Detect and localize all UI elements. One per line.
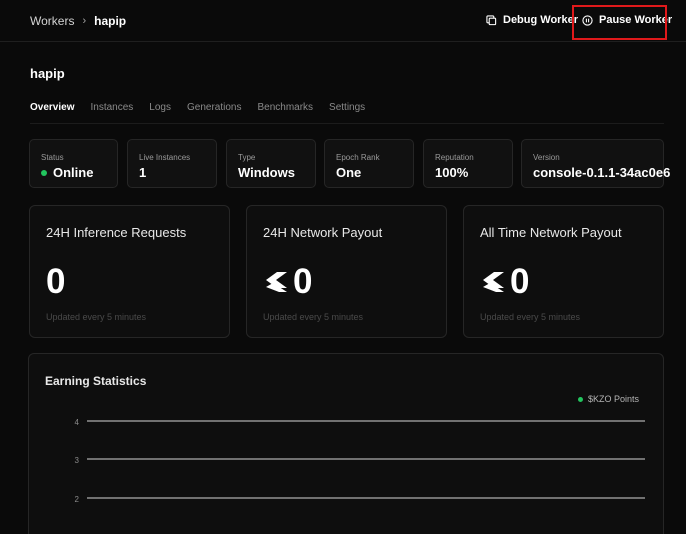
stat-label: Version [533, 153, 560, 162]
card-value: 0 [46, 262, 65, 302]
stat-version: Version console-0.1.1-34ac0e6 [521, 139, 671, 188]
stat-label: Live Instances [139, 153, 191, 162]
tab-benchmarks[interactable]: Benchmarks [257, 102, 313, 113]
tab-bar: Overview Instances Logs Generations Benc… [30, 102, 365, 113]
status-online-dot [41, 169, 47, 176]
stat-label: Status [41, 153, 64, 162]
stat-value: Online [41, 165, 117, 180]
stat-value: Windows [238, 165, 295, 180]
card-24h-inference-requests: 24H Inference Requests 0 Updated every 5… [29, 205, 230, 338]
card-value: 0 [263, 262, 312, 302]
stat-label: Type [238, 153, 256, 162]
stat-live-instances: Live Instances 1 [127, 139, 217, 188]
card-title: All Time Network Payout [480, 225, 622, 240]
page-title: hapip [30, 66, 65, 81]
card-title: 24H Network Payout [263, 225, 383, 240]
stat-value: console-0.1.1-34ac0e6 [533, 165, 671, 180]
earning-statistics-card: Earning Statistics $KZO Points 4 3 2 [28, 353, 664, 534]
stat-value: 100% [435, 165, 469, 180]
y-tick-label: 3 [75, 456, 80, 465]
highlight-box [572, 5, 667, 40]
status-value: Online [53, 165, 94, 180]
debug-worker-button[interactable]: Debug Worker [486, 14, 578, 26]
stat-reputation: Reputation 100% [423, 139, 513, 188]
card-24h-network-payout: 24H Network Payout 0 Updated every 5 min… [246, 205, 447, 338]
breadcrumb-separator: › [82, 15, 87, 27]
stat-epoch-rank: Epoch Rank One [324, 139, 414, 188]
tabs-divider [30, 123, 664, 124]
tab-logs[interactable]: Logs [149, 102, 171, 113]
card-value-number: 0 [46, 262, 66, 301]
y-tick-label: 2 [75, 495, 80, 504]
kzo-token-icon [266, 272, 287, 292]
debug-worker-label: Debug Worker [503, 14, 578, 26]
tab-instances[interactable]: Instances [90, 102, 133, 113]
card-updated-note: Updated every 5 minutes [480, 312, 581, 322]
tab-overview[interactable]: Overview [30, 102, 74, 113]
top-bar: Workers › hapip Debug Worker Pause Worke… [0, 0, 686, 42]
breadcrumb-workers-link[interactable]: Workers [30, 14, 74, 28]
card-updated-note: Updated every 5 minutes [46, 312, 147, 322]
card-title: 24H Inference Requests [46, 225, 187, 240]
earning-chart: 4 3 2 [75, 418, 645, 504]
card-value-number: 0 [293, 262, 313, 301]
tab-generations[interactable]: Generations [187, 102, 241, 113]
stat-value: 1 [139, 165, 147, 180]
breadcrumb-current: hapip [94, 14, 127, 28]
tab-settings[interactable]: Settings [329, 102, 365, 113]
card-value: 0 [480, 262, 529, 302]
y-tick-label: 4 [75, 418, 80, 427]
card-all-time-network-payout: All Time Network Payout 0 Updated every … [463, 205, 664, 338]
stat-label: Reputation [435, 153, 474, 162]
stat-type: Type Windows [226, 139, 316, 188]
breadcrumb: Workers › hapip [30, 14, 126, 28]
copy-icon [486, 14, 497, 25]
kzo-token-icon [483, 272, 504, 292]
stat-label: Epoch Rank [336, 153, 380, 162]
card-value-number: 0 [510, 262, 530, 301]
stat-value: One [336, 165, 362, 180]
stat-status: Status Online [29, 139, 118, 188]
card-updated-note: Updated every 5 minutes [263, 312, 364, 322]
